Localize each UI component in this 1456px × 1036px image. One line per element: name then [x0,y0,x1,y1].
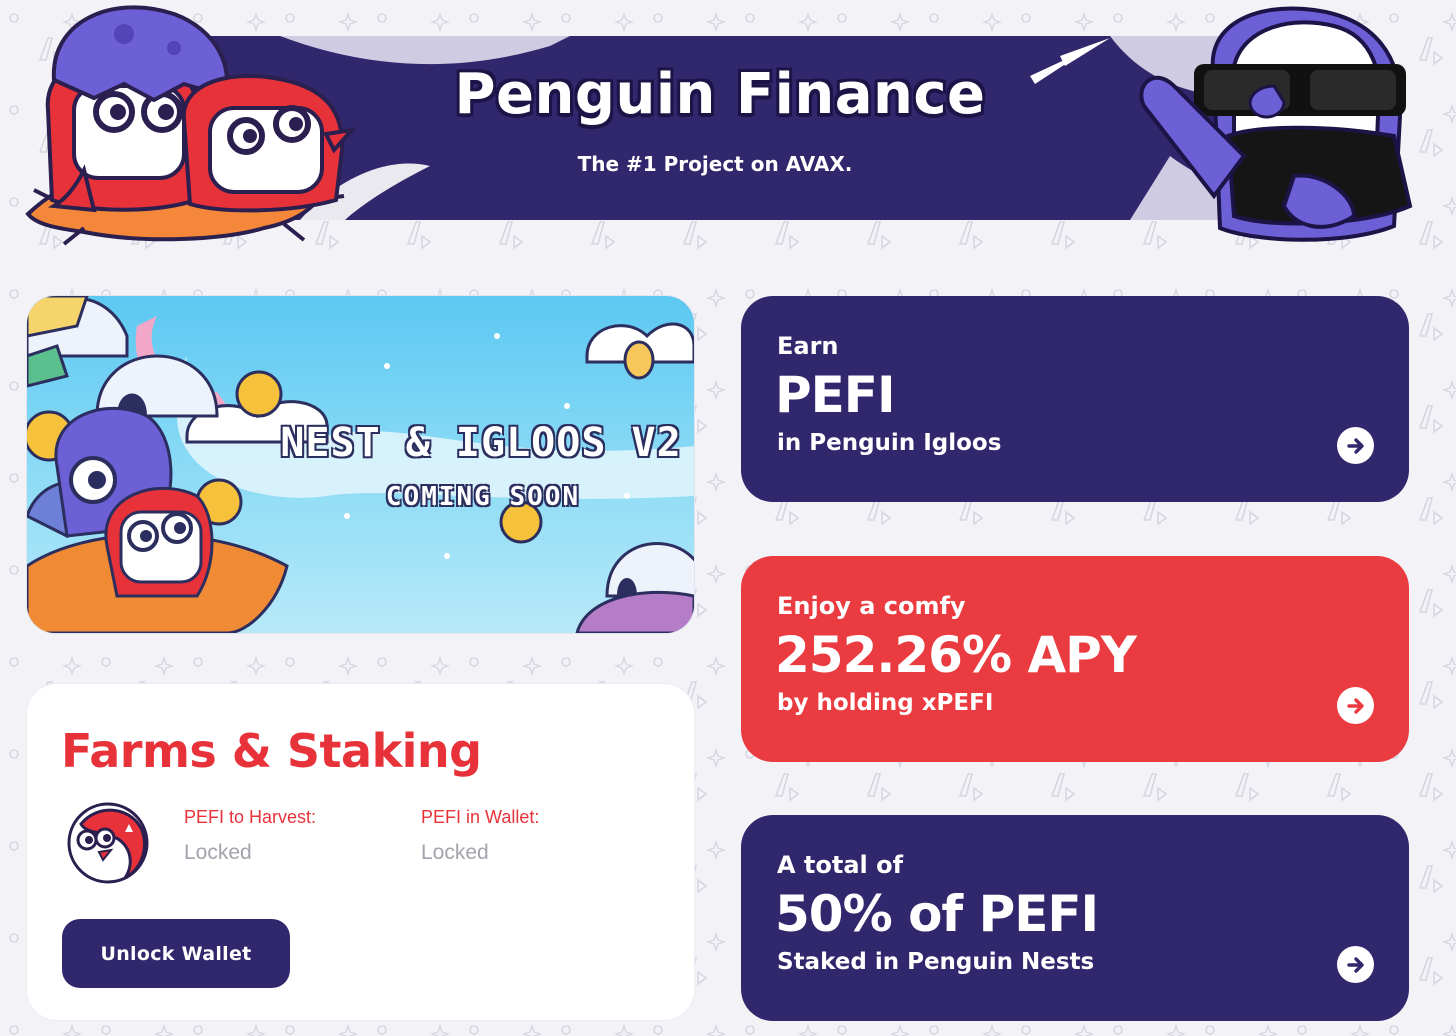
card-post-text: in Penguin Igloos [777,430,1002,456]
card-headline: PEFI [775,366,896,424]
penguin-finance-page: Penguin Finance The #1 Project on AVAX. [0,0,1456,1036]
pefi-harvest-value: Locked [184,841,252,864]
pefi-harvest-label: PEFI to Harvest: [184,807,317,827]
card-headline: 252.26% APY [775,626,1137,684]
arrow-right-icon[interactable] [1337,946,1374,983]
farms-title: Farms & Staking [61,724,482,778]
nest-banner-subtitle: COMING SOON [385,482,581,512]
card-pre-text: A total of [777,851,904,879]
pefi-wallet-label: PEFI in Wallet: [421,807,540,827]
card-pre-text: Earn [777,332,839,360]
apy-card[interactable]: Enjoy a comfy 252.26% APY by holding xPE… [741,556,1409,762]
farms-staking-card: Farms & Staking PEFI to Harvest: Locked … [27,684,694,1020]
unlock-wallet-button[interactable]: Unlock Wallet [62,919,290,988]
staked-pefi-card[interactable]: A total of 50% of PEFI Staked in Penguin… [741,815,1409,1021]
nest-banner-title: NEST & IGLOOS V2 [280,420,682,466]
cool-penguin-mascot [1139,6,1413,242]
hero-header: Penguin Finance The #1 Project on AVAX. [0,0,1456,260]
card-pre-text: Enjoy a comfy [777,592,966,620]
arrow-right-icon[interactable] [1337,427,1374,464]
card-post-text: by holding xPEFI [777,690,994,716]
penguin-chicks-mascot [25,5,358,246]
pefi-wallet-value: Locked [421,841,489,864]
pefi-token-icon [67,802,149,884]
card-post-text: Staked in Penguin Nests [777,949,1095,975]
card-headline: 50% of PEFI [775,885,1099,943]
arrow-right-icon[interactable] [1337,687,1374,724]
earn-pefi-card[interactable]: Earn PEFI in Penguin Igloos [741,296,1409,502]
